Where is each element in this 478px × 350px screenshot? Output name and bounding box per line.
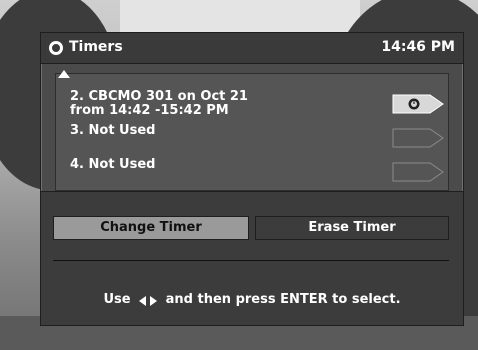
timer-label: 3. Not Used [70, 123, 156, 138]
erase-timer-button[interactable]: Erase Timer [255, 216, 449, 240]
timer-label: 4. Not Used [70, 157, 156, 172]
divider [53, 260, 449, 261]
hint-prefix: Use [103, 292, 131, 307]
action-panel: Change Timer Erase Timer Use and then pr… [41, 191, 463, 325]
hint-suffix: and then press ENTER to select. [165, 292, 401, 307]
timer-list-panel: 2. CBCMO 301 on Oct 21 from 14:42 -15:42… [55, 70, 450, 191]
left-right-arrows-icon [139, 295, 158, 306]
timer-list: 2. CBCMO 301 on Oct 21 from 14:42 -15:42… [70, 90, 450, 190]
timer-item[interactable]: 4. Not Used [70, 158, 450, 190]
current-time: 14:46 PM [381, 39, 455, 55]
page-title: Timers [69, 39, 123, 55]
timer-tag-active [392, 94, 444, 114]
timer-tag-empty [392, 128, 444, 148]
change-timer-button[interactable]: Change Timer [53, 216, 249, 240]
timer-item[interactable]: 3. Not Used [70, 124, 450, 158]
timer-tag-empty [392, 162, 444, 182]
timer-item[interactable]: 2. CBCMO 301 on Oct 21 from 14:42 -15:42… [70, 90, 450, 124]
clock-icon [49, 41, 63, 55]
title-bar: Timers 14:46 PM [41, 33, 463, 64]
instruction-text: Use and then press ENTER to select. [41, 292, 463, 307]
timer-label: 2. CBCMO 301 on Oct 21 [70, 90, 248, 104]
timers-dialog: Timers 14:46 PM 2. CBCMO 301 on Oct 21 f… [40, 32, 464, 326]
scroll-up-arrow-icon[interactable] [58, 70, 70, 78]
